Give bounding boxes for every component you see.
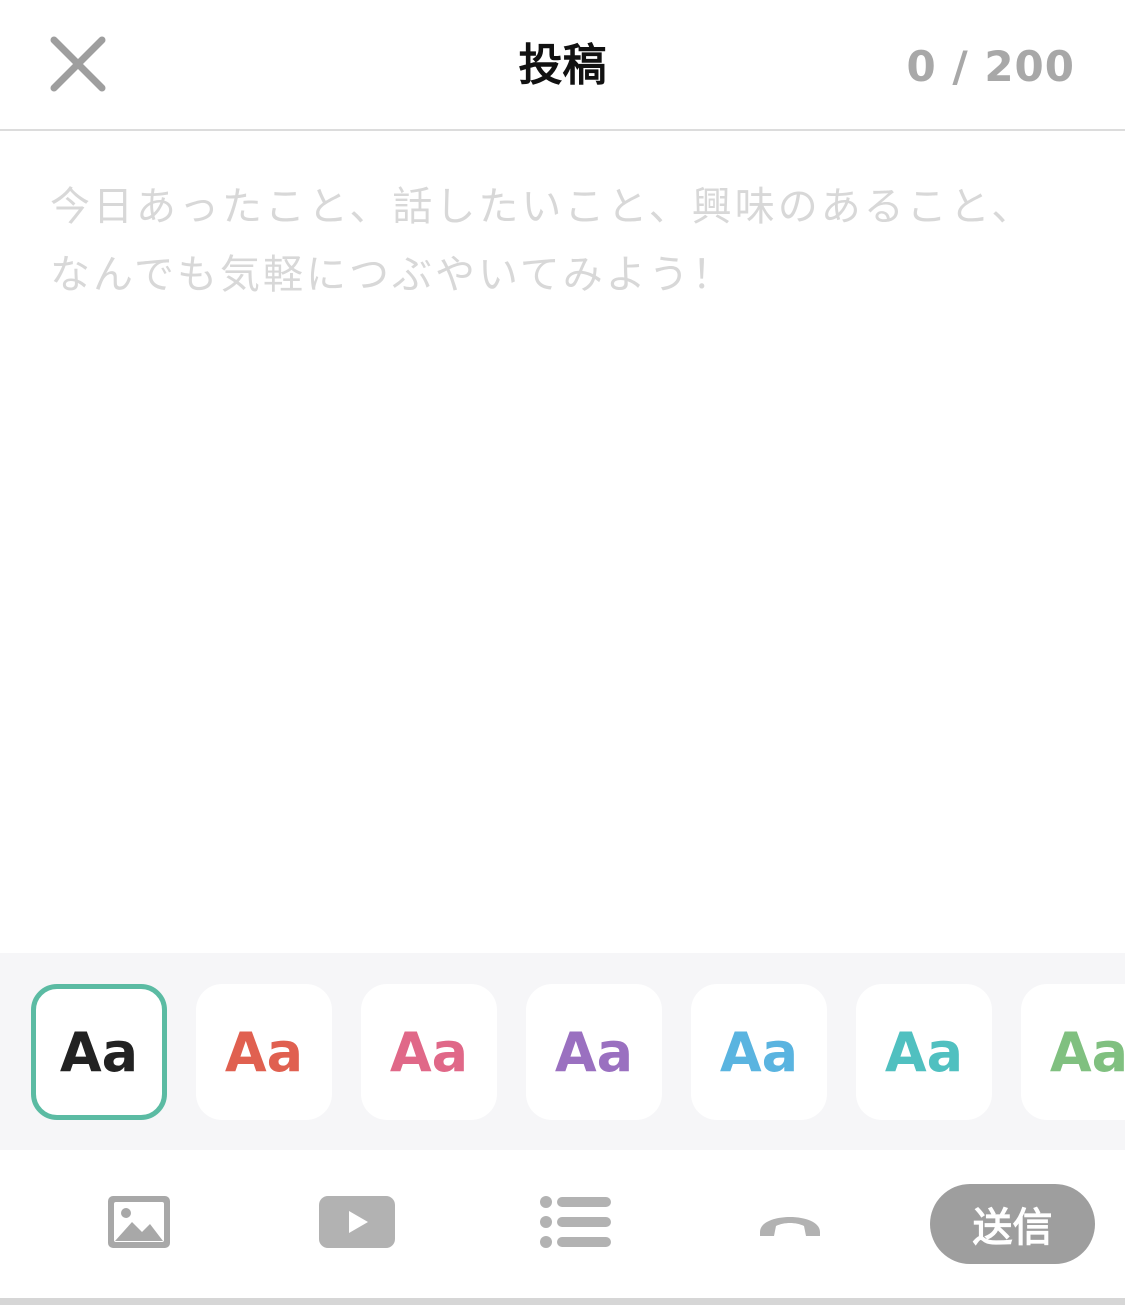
swatch-label: Aa: [554, 1020, 634, 1084]
close-button[interactable]: [44, 30, 112, 98]
close-icon: [50, 36, 106, 92]
color-swatch-pink[interactable]: Aa: [361, 984, 497, 1120]
video-icon[interactable]: [319, 1196, 395, 1248]
swatch-label: Aa: [884, 1020, 964, 1084]
bottom-toolbar: 送信: [0, 1150, 1125, 1298]
list-icon[interactable]: [540, 1196, 612, 1248]
header: 投稿 0 / 200: [0, 0, 1125, 131]
send-button[interactable]: 送信: [930, 1184, 1095, 1264]
home-indicator-bar: [0, 1298, 1125, 1305]
phone-icon[interactable]: [756, 1206, 824, 1240]
color-swatch-red[interactable]: Aa: [196, 984, 332, 1120]
swatch-label: Aa: [389, 1020, 469, 1084]
color-swatch-teal[interactable]: Aa: [856, 984, 992, 1120]
color-swatch-purple[interactable]: Aa: [526, 984, 662, 1120]
image-icon[interactable]: [106, 1194, 172, 1250]
swatch-label: Aa: [719, 1020, 799, 1084]
post-text-input[interactable]: [0, 133, 1125, 953]
color-swatch-green[interactable]: Aa: [1021, 984, 1125, 1120]
color-swatch-black[interactable]: Aa: [31, 984, 167, 1120]
swatch-label: Aa: [224, 1020, 304, 1084]
swatch-label: Aa: [59, 1020, 139, 1084]
color-swatch-blue[interactable]: Aa: [691, 984, 827, 1120]
swatch-label: Aa: [1049, 1020, 1125, 1084]
text-color-picker: Aa Aa Aa Aa Aa Aa Aa: [0, 953, 1125, 1150]
character-counter: 0 / 200: [906, 42, 1075, 91]
